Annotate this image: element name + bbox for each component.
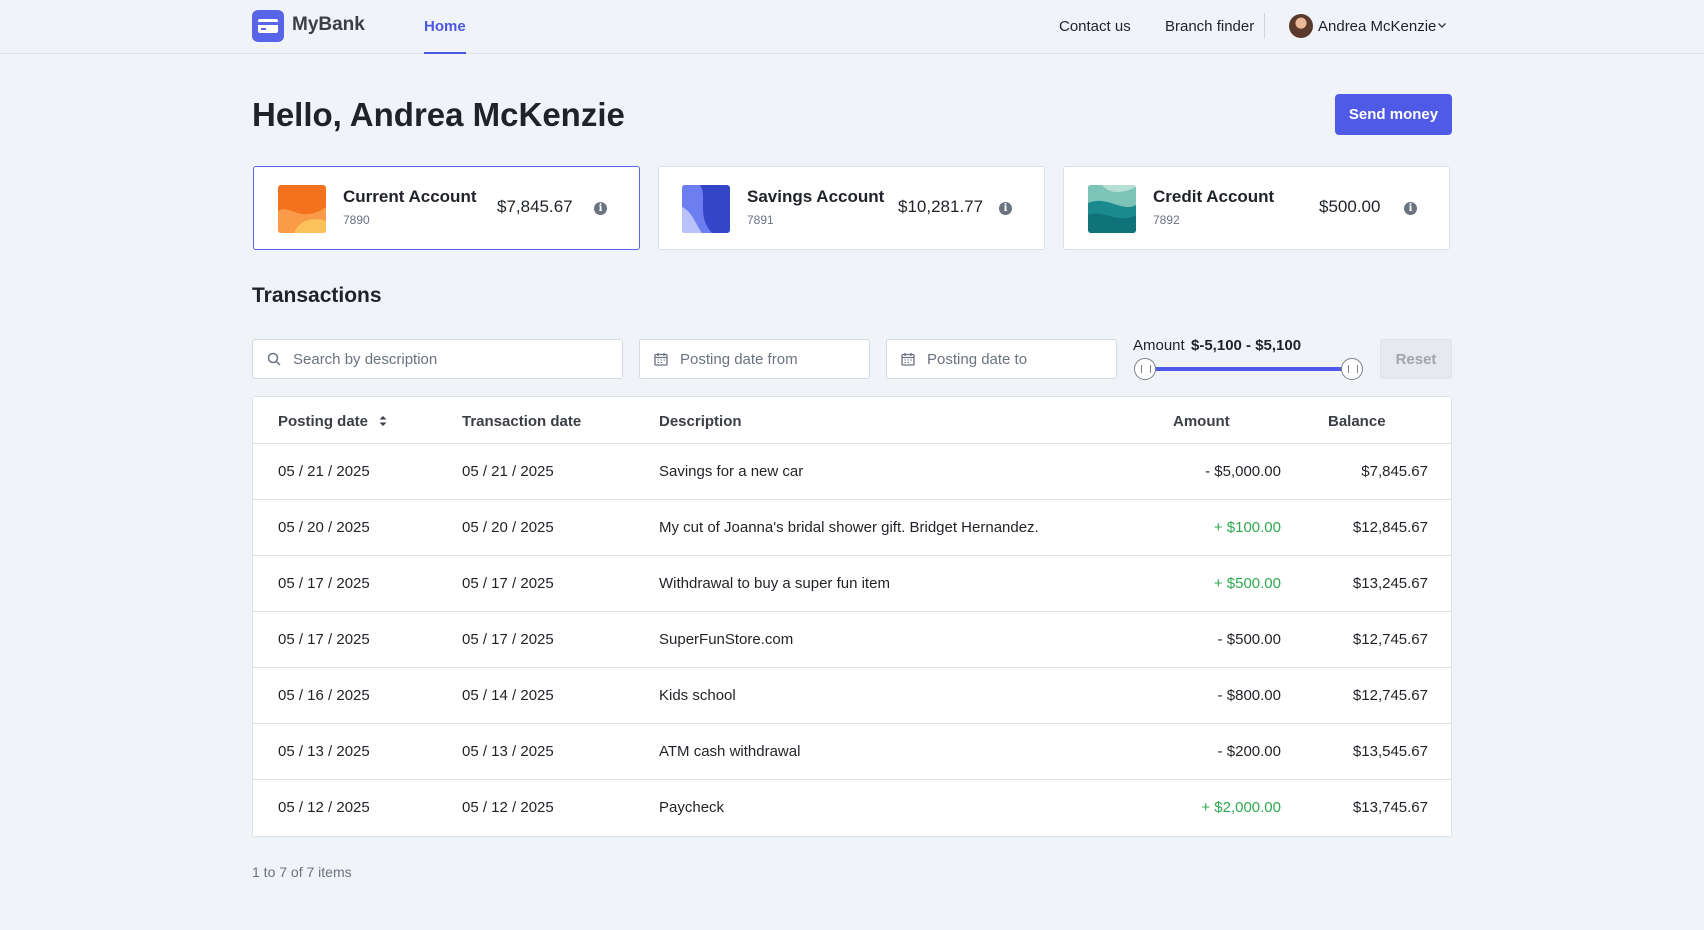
cell-posting-date: 05 / 12 / 2025 [278, 799, 370, 816]
table-row[interactable]: 05 / 21 / 2025 05 / 21 / 2025 Savings for … [253, 444, 1451, 500]
cell-amount: - $500.00 [1217, 631, 1281, 648]
cell-balance: $13,245.67 [1352, 575, 1428, 592]
search-field [252, 339, 623, 379]
cell-balance: $7,845.67 [1361, 463, 1428, 480]
cell-transaction-date: 05 / 12 / 2025 [462, 799, 554, 816]
calendar-icon [901, 353, 915, 366]
search-icon [267, 352, 281, 366]
cell-transaction-date: 05 / 17 / 2025 [462, 575, 554, 592]
account-art-icon [278, 185, 326, 233]
posting-date-to-input[interactable] [927, 340, 1107, 378]
send-money-button[interactable]: Send money [1335, 94, 1452, 135]
top-navigation-bar: MyBank Home Contact us Branch finder And… [0, 0, 1704, 54]
cell-amount: - $200.00 [1217, 743, 1281, 760]
table-row[interactable]: 05 / 12 / 2025 05 / 12 / 2025 Paycheck + $2… [253, 780, 1451, 836]
account-name: Current Account [343, 187, 477, 206]
account-balance: $7,845.67 [497, 197, 573, 216]
account-balance: $10,281.77 [898, 197, 984, 216]
cell-posting-date: 05 / 13 / 2025 [278, 743, 370, 760]
cell-posting-date: 05 / 16 / 2025 [278, 687, 370, 704]
cell-description: Withdrawal to buy a super fun item [659, 575, 890, 592]
cell-amount: - $800.00 [1217, 687, 1281, 704]
column-header-posting-date[interactable]: Posting date [278, 413, 388, 430]
account-card-savings[interactable]: Savings Account 7891 $10,281.77 i [658, 166, 1045, 250]
cell-description: Paycheck [659, 799, 725, 816]
cell-posting-date: 05 / 17 / 2025 [278, 631, 370, 648]
date-to-field [886, 339, 1117, 379]
account-name: Savings Account [747, 187, 885, 206]
cell-balance: $12,745.67 [1352, 631, 1428, 648]
account-number: 7892 [1153, 213, 1180, 227]
cell-transaction-date: 05 / 21 / 2025 [462, 463, 554, 480]
cell-balance: $12,845.67 [1352, 519, 1428, 536]
column-header-description[interactable]: Description [659, 413, 742, 430]
cell-transaction-date: 05 / 20 / 2025 [462, 519, 554, 536]
cell-posting-date: 05 / 20 / 2025 [278, 519, 370, 536]
table-row[interactable]: 05 / 16 / 2025 05 / 14 / 2025 Kids school -… [253, 668, 1451, 724]
transactions-heading: Transactions [252, 284, 382, 307]
amount-filter-label: Amount [1133, 337, 1185, 354]
info-icon[interactable]: i [1404, 202, 1417, 215]
reset-button[interactable]: Reset [1380, 339, 1452, 379]
calendar-icon [654, 353, 668, 366]
table-row[interactable]: 05 / 17 / 2025 05 / 17 / 2025 Withdrawal t… [253, 556, 1451, 612]
table-row[interactable]: 05 / 20 / 2025 05 / 20 / 2025 My cut of Jo… [253, 500, 1451, 556]
avatar[interactable] [1289, 14, 1313, 38]
amount-slider-track[interactable] [1145, 367, 1352, 371]
cell-amount: - $5,000.00 [1205, 463, 1281, 480]
info-icon[interactable]: i [999, 202, 1012, 215]
account-art-icon [1088, 185, 1136, 233]
pagination-summary: 1 to 7 of 7 items [252, 864, 352, 880]
account-card-credit[interactable]: Credit Account 7892 $500.00 i [1063, 166, 1450, 250]
page-title: Hello, Andrea McKenzie [252, 96, 625, 133]
column-header-balance[interactable]: Balance [1328, 413, 1386, 430]
cell-transaction-date: 05 / 14 / 2025 [462, 687, 554, 704]
cell-description: My cut of Joanna's bridal shower gift. B… [659, 519, 1039, 536]
amount-filter-range: $-5,100 - $5,100 [1191, 337, 1302, 354]
nav-branch-finder-link[interactable]: Branch finder [1165, 18, 1254, 35]
amount-slider-max-handle[interactable] [1341, 358, 1363, 380]
cell-description: Kids school [659, 687, 736, 704]
account-number: 7890 [343, 213, 370, 227]
cell-description: SuperFunStore.com [659, 631, 794, 648]
cell-balance: $13,745.67 [1352, 799, 1428, 816]
account-name: Credit Account [1153, 187, 1275, 206]
nav-contact-link[interactable]: Contact us [1059, 18, 1131, 35]
cell-transaction-date: 05 / 13 / 2025 [462, 743, 554, 760]
cell-description: Savings for a new car [659, 463, 804, 480]
column-header-amount[interactable]: Amount [1173, 413, 1230, 430]
cell-amount: + $500.00 [1213, 575, 1281, 592]
user-menu-name[interactable]: Andrea McKenzie [1318, 18, 1436, 35]
search-input[interactable] [293, 340, 613, 378]
table-row[interactable]: 05 / 17 / 2025 05 / 17 / 2025 SuperFunStor… [253, 612, 1451, 668]
posting-date-from-input[interactable] [680, 340, 860, 378]
date-from-field [639, 339, 870, 379]
sort-icon[interactable] [378, 414, 388, 428]
account-number: 7891 [747, 213, 774, 227]
column-header-label: Posting date [278, 413, 369, 430]
cell-balance: $13,545.67 [1352, 743, 1428, 760]
transactions-table: Posting date Transaction date Descriptio… [252, 396, 1452, 837]
cell-posting-date: 05 / 21 / 2025 [278, 463, 370, 480]
card-icon[interactable] [252, 10, 284, 42]
app-name[interactable]: MyBank [292, 14, 365, 36]
account-art-icon [682, 185, 730, 233]
cell-amount: + $100.00 [1213, 519, 1281, 536]
account-card-current[interactable]: Current Account 7890 $7,845.67 i [253, 166, 640, 250]
column-header-transaction-date[interactable]: Transaction date [462, 413, 581, 430]
nav-divider [1264, 13, 1265, 39]
nav-home-tab[interactable]: Home [424, 18, 466, 54]
cell-balance: $12,745.67 [1352, 687, 1428, 704]
table-row[interactable]: 05 / 13 / 2025 05 / 13 / 2025 ATM cash wit… [253, 724, 1451, 780]
cell-amount: + $2,000.00 [1201, 799, 1281, 816]
chevron-down-icon[interactable] [1437, 20, 1447, 30]
account-balance: $500.00 [1319, 197, 1381, 216]
cell-description: ATM cash withdrawal [659, 743, 801, 760]
cell-posting-date: 05 / 17 / 2025 [278, 575, 370, 592]
amount-slider-min-handle[interactable] [1134, 358, 1156, 380]
info-icon[interactable]: i [594, 202, 607, 215]
cell-transaction-date: 05 / 17 / 2025 [462, 631, 554, 648]
